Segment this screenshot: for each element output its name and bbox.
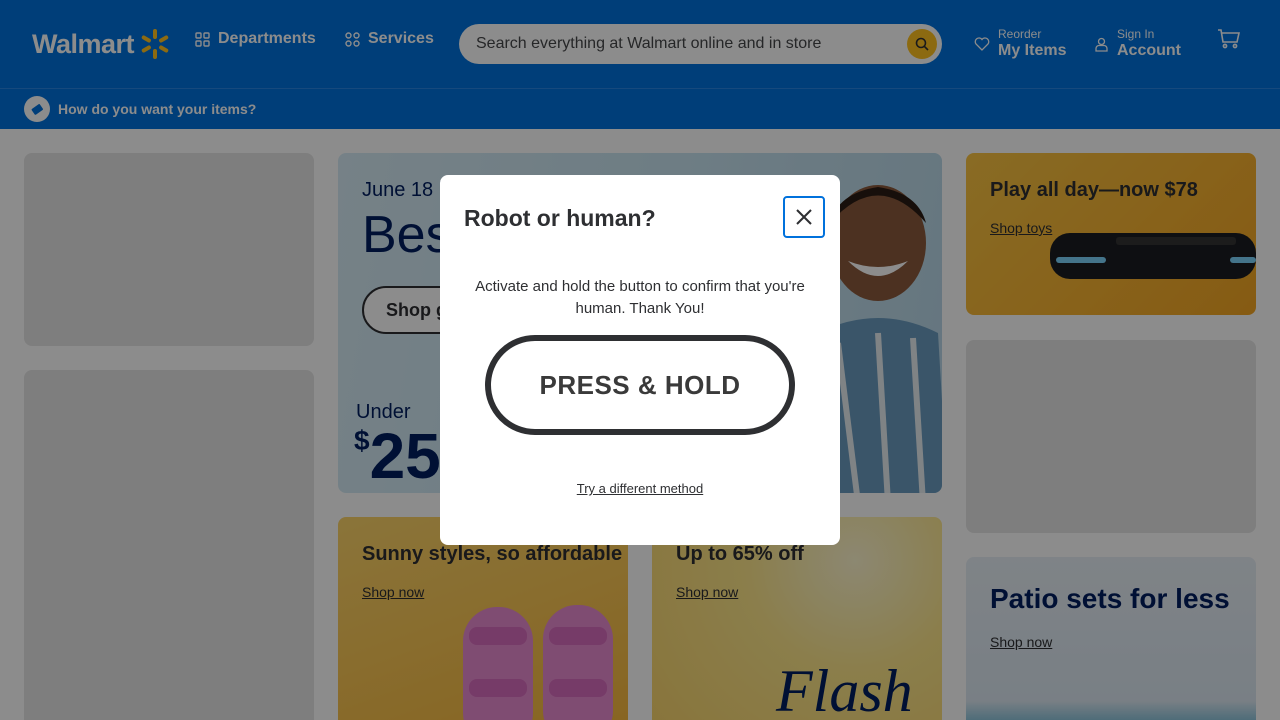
- close-icon: [796, 209, 812, 225]
- try-different-method-link[interactable]: Try a different method: [440, 481, 840, 496]
- modal-message: Activate and hold the button to confirm …: [475, 278, 805, 317]
- press-and-hold-button[interactable]: PRESS & HOLD: [485, 335, 795, 435]
- modal-title: Robot or human?: [464, 205, 656, 231]
- captcha-modal: Robot or human? Activate and hold the bu…: [440, 175, 840, 545]
- close-button[interactable]: [783, 196, 825, 238]
